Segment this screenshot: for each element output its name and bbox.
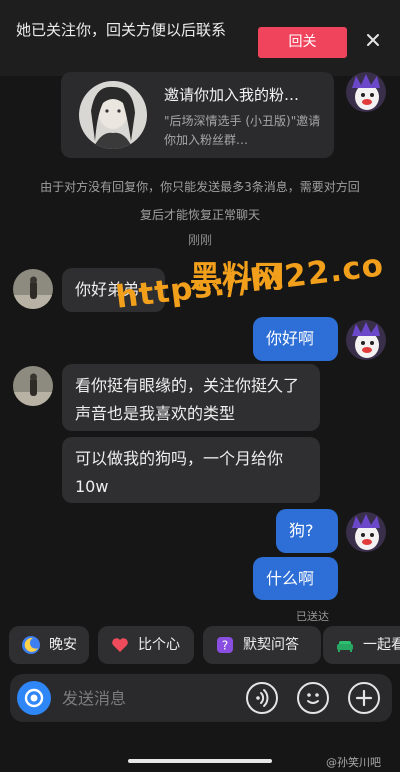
quick-reply-chip[interactable]: 晚安 — [9, 626, 89, 664]
group-invite-card[interactable]: 邀请你加入我的粉… "后场深情选手 (小丑版)"邀请你加入粉丝群… — [61, 72, 334, 158]
sofa-icon — [337, 641, 353, 652]
her-avatar[interactable] — [13, 366, 53, 406]
camera-icon — [24, 688, 44, 708]
moon-icon — [22, 636, 40, 654]
my-avatar[interactable] — [346, 72, 386, 112]
plus-icon — [355, 689, 373, 707]
voice-wave-icon — [256, 689, 269, 707]
svg-text:?: ? — [222, 639, 228, 653]
more-button[interactable] — [348, 682, 380, 714]
quick-reply-chip[interactable]: 一起看 — [323, 626, 400, 664]
camera-button[interactable] — [17, 681, 51, 715]
quick-reply-bar: 晚安 比个心 ? 默契问答 一起看 — [9, 626, 400, 664]
chip-label: 默契问答 — [243, 637, 299, 653]
message-bubble-out: 你好啊 — [253, 317, 338, 361]
close-icon[interactable] — [364, 31, 382, 49]
message-bubble-out: 什么啊 — [253, 557, 338, 600]
message-timestamp: 刚刚 — [187, 233, 212, 247]
chip-label: 一起看 — [363, 637, 400, 653]
my-avatar[interactable] — [346, 512, 386, 552]
message-bubble-in: 可以做我的狗吗，一个月给你 10w — [62, 437, 320, 503]
chip-label: 比个心 — [138, 637, 180, 653]
chip-label: 晚安 — [49, 637, 77, 653]
group-avatar — [79, 81, 147, 149]
quick-reply-chip[interactable]: 比个心 — [98, 626, 194, 664]
message-bubble-out: 狗? — [276, 509, 338, 553]
follow-back-banner: 她已关注你，回关方便以后联系 回关 — [0, 0, 400, 76]
emoji-icon — [307, 693, 319, 704]
message-limit-notice: 由于对方没有回复你，你只能发送最多3条消息，需要对方回复后才能恢复正常聊天 — [40, 180, 360, 222]
read-status: 已送达 — [296, 610, 329, 623]
voice-button[interactable] — [246, 682, 278, 714]
heart-icon — [112, 638, 128, 652]
message-input-bar — [10, 674, 392, 722]
emoji-button[interactable] — [297, 682, 329, 714]
invite-description: "后场深情选手 (小丑版)"邀请你加入粉丝群… — [164, 114, 321, 147]
source-credit: @孙笑川吧 — [326, 756, 381, 769]
my-avatar[interactable] — [346, 320, 386, 360]
question-icon: ? — [217, 637, 233, 653]
quick-reply-chip[interactable]: ? 默契问答 — [203, 626, 321, 664]
banner-text: 她已关注你，回关方便以后联系 — [16, 21, 227, 39]
home-indicator — [128, 759, 272, 763]
message-input[interactable] — [62, 686, 232, 710]
message-bubble-in: 看你挺有眼缘的，关注你挺久了声音也是我喜欢的类型 — [62, 364, 320, 431]
her-avatar[interactable] — [13, 269, 53, 309]
follow-back-button[interactable]: 回关 — [258, 27, 347, 58]
invite-title: 邀请你加入我的粉… — [164, 86, 300, 104]
